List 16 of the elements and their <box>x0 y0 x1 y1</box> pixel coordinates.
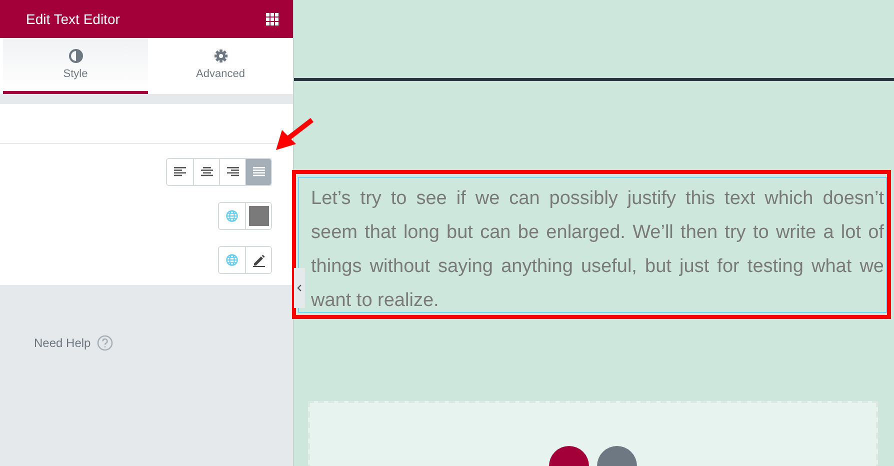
edit-typography-button[interactable] <box>245 247 271 273</box>
panel-title: Edit Text Editor <box>26 11 120 27</box>
chevron-left-icon <box>297 284 302 292</box>
align-center-icon <box>200 167 212 177</box>
globe-icon <box>226 254 238 266</box>
grid-menu-icon[interactable] <box>266 12 279 26</box>
align-left-icon <box>174 167 186 177</box>
help-link[interactable]: Need Help <box>34 336 91 350</box>
globe-icon <box>226 210 238 222</box>
settings-icon <box>214 49 228 63</box>
paragraph: Let’s try to see if we can possibly justify this text which doesn’t seem that long but can be enlarged. We’ll then try to write a lot of things without saying anything useful, but just for testing what we want to realize. <box>311 187 884 313</box>
align-justify-icon <box>252 167 264 177</box>
pencil-icon <box>252 254 264 266</box>
panel-tab[interactable]: Style <box>3 38 148 94</box>
contrast-icon <box>68 49 82 63</box>
align-right-icon <box>226 167 238 177</box>
